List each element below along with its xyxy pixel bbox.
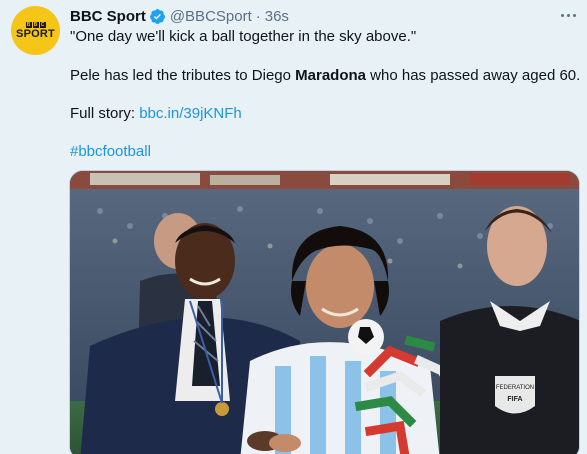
account-name[interactable]: BBC Sport (70, 8, 146, 25)
bbc-logo-icon: B B C (25, 21, 46, 28)
tweet-text: who has passed away aged 60. (366, 67, 581, 84)
tweet-card[interactable]: B B C SPORT BBC Sport @BBCSport · 36s "O… (0, 0, 587, 454)
more-options-icon[interactable] (558, 11, 578, 19)
tweet-line-story: Full story: bbc.in/39jKNFh (70, 104, 242, 124)
referee-badge-fifa: FIFA (507, 396, 522, 403)
hashtag-link[interactable]: #bbcfootball (70, 142, 151, 162)
tweet-media[interactable]: FEDERATION FIFA (69, 170, 580, 454)
story-link[interactable]: bbc.in/39jKNFh (139, 105, 242, 122)
tweet-quote: "One day we'll kick a ball together in t… (70, 28, 417, 45)
tweet-bold-name: Maradona (295, 67, 366, 84)
account-handle[interactable]: @BBCSport (170, 8, 252, 25)
full-story-label: Full story: (70, 105, 140, 122)
photo-pele-maradona-icon: FEDERATION FIFA (70, 171, 579, 454)
timestamp[interactable]: 36s (265, 8, 289, 25)
verified-badge-icon (149, 8, 165, 24)
bbc-letter: B (25, 21, 32, 28)
avatar-sport-text: SPORT (16, 27, 55, 40)
avatar[interactable]: B B C SPORT (11, 6, 60, 55)
tweet-header: BBC Sport @BBCSport · 36s (70, 6, 289, 26)
separator: · (255, 7, 261, 25)
bbc-letter: C (39, 21, 46, 28)
bbc-letter: B (32, 21, 39, 28)
tweet-line-tribute: Pele has led the tributes to Diego Marad… (70, 66, 580, 86)
referee-badge-text: FEDERATION (496, 385, 534, 391)
tweet-text: Pele has led the tributes to Diego (70, 67, 296, 84)
